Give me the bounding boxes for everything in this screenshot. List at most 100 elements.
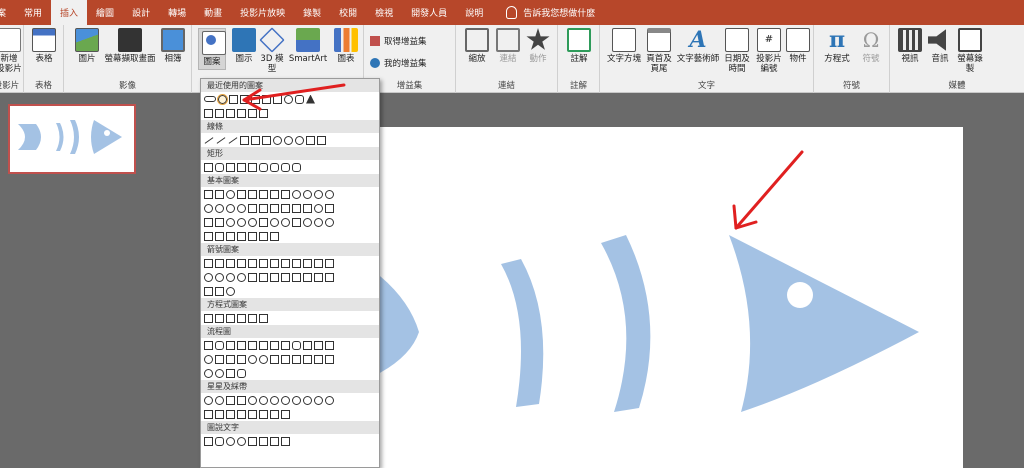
video-button[interactable]: 視訊	[896, 28, 924, 64]
star-8-shape[interactable]	[270, 395, 279, 405]
callout-rounded-shape[interactable]	[215, 436, 224, 446]
basic-bevel-shape[interactable]	[215, 217, 224, 227]
flow-offpage-shape[interactable]	[215, 354, 224, 364]
arrow-callout-up-shape[interactable]	[314, 272, 323, 282]
callout-line3-shape[interactable]	[270, 436, 279, 446]
get-addins-button[interactable]: 取得增益集	[370, 35, 427, 47]
arrow-pentagon-shape[interactable]	[270, 272, 279, 282]
elbow-line-double-shape[interactable]	[262, 135, 271, 145]
banner-curved-down-shape[interactable]	[237, 409, 246, 419]
arrow-up-down-shape[interactable]	[259, 258, 268, 268]
freeform-shape[interactable]	[306, 135, 315, 145]
tab-file[interactable]: 檔案	[0, 0, 15, 25]
rect-round3-shape[interactable]	[281, 162, 290, 172]
rect-rounded-shape[interactable]	[215, 162, 224, 172]
basic-sun-shape[interactable]	[303, 217, 312, 227]
3d-models-button[interactable]: 3D 模型	[258, 27, 286, 74]
math-not-equal-shape[interactable]	[259, 313, 268, 323]
basic-octagon-shape[interactable]	[325, 189, 334, 199]
flow-summing-junction-shape[interactable]	[248, 354, 257, 364]
callout-line1-shape[interactable]	[248, 436, 257, 446]
basic-triangle-shape[interactable]	[237, 189, 246, 199]
basic-left-bracket-shape[interactable]	[237, 231, 246, 241]
symbol-button[interactable]: Ω 符號	[856, 28, 886, 64]
rect-snip2-shape[interactable]	[237, 162, 246, 172]
arrow-up-shape[interactable]	[226, 258, 235, 268]
math-equal-shape[interactable]	[248, 313, 257, 323]
basic-right-bracket-shape[interactable]	[248, 231, 257, 241]
arrow-callout-down-shape[interactable]	[325, 272, 334, 282]
basic-cross-shape[interactable]	[303, 203, 312, 213]
header-footer-button[interactable]: 頁首及頁尾	[644, 28, 674, 74]
basic-arc-shape[interactable]	[204, 231, 213, 241]
flow-data-shape[interactable]	[237, 340, 246, 350]
curve-arrow-shape[interactable]	[284, 135, 293, 145]
flow-card-shape[interactable]	[226, 354, 235, 364]
arrow-left-right-shape[interactable]	[248, 258, 257, 268]
rect-round2-shape[interactable]	[270, 162, 279, 172]
tell-me-search[interactable]: 告訴我您想做什麼	[492, 0, 595, 25]
fish-bone-arc-1[interactable]	[501, 259, 544, 407]
rect-basic-shape[interactable]	[204, 162, 213, 172]
star-6-shape[interactable]	[248, 395, 257, 405]
basic-diag-stripe-shape[interactable]	[292, 203, 301, 213]
basic-folded-corner-shape[interactable]	[259, 217, 268, 227]
new-slide-button[interactable]: 新增 投影片	[0, 28, 22, 74]
arrow-left-right-up-shape[interactable]	[281, 258, 290, 268]
callout-oval-shape[interactable]	[226, 436, 235, 446]
tab-review[interactable]: 校閱	[330, 0, 366, 25]
table-button[interactable]: 表格	[28, 28, 60, 64]
flow-collate-shape[interactable]	[270, 354, 279, 364]
tab-record[interactable]: 錄製	[294, 0, 330, 25]
basic-left-brace-shape[interactable]	[259, 231, 268, 241]
line-double-arrow-shape[interactable]	[228, 136, 238, 144]
screen-recording-button[interactable]: 螢幕錄製	[956, 28, 984, 74]
arrow-curved-right-shape[interactable]	[204, 272, 213, 282]
textbox-button[interactable]: 文字方塊	[606, 28, 642, 64]
screenshot-button[interactable]: 螢幕擷取畫面	[104, 28, 156, 64]
elbow-connector-shape[interactable]	[204, 108, 213, 118]
flow-or-shape[interactable]	[259, 354, 268, 364]
basic-pentagon-shape[interactable]	[292, 189, 301, 199]
arrow-down-shape[interactable]	[237, 258, 246, 268]
basic-plaque-shape[interactable]	[314, 203, 323, 213]
basic-moon-shape[interactable]	[314, 217, 323, 227]
chart-button[interactable]: 圖表	[332, 28, 360, 64]
tab-animations[interactable]: 動畫	[195, 0, 231, 25]
object-button[interactable]: 物件	[786, 28, 810, 64]
rect-round1-shape[interactable]	[259, 162, 268, 172]
flow-punched-tape-shape[interactable]	[237, 354, 246, 364]
basic-smiley-shape[interactable]	[270, 217, 279, 227]
flow-direct-access-shape[interactable]	[226, 368, 235, 378]
date-time-button[interactable]: 日期及時間	[722, 28, 752, 74]
basic-half-frame-shape[interactable]	[270, 203, 279, 213]
star-16-shape[interactable]	[303, 395, 312, 405]
basic-oval-shape[interactable]	[226, 189, 235, 199]
elbow-line-shape[interactable]	[240, 135, 249, 145]
arrow-callout-quad-shape[interactable]	[215, 286, 224, 296]
basic-can-shape[interactable]	[325, 203, 334, 213]
star-explosion1-shape[interactable]	[204, 395, 213, 405]
basic-textbox-shape[interactable]	[204, 189, 213, 199]
tab-transitions[interactable]: 轉場	[159, 0, 195, 25]
basic-teardrop-shape[interactable]	[248, 203, 257, 213]
shapes-button[interactable]: 圖案	[198, 28, 226, 70]
basic-cube-shape[interactable]	[204, 217, 213, 227]
flow-process-shape[interactable]	[204, 340, 213, 350]
arrow-curved-left-shape[interactable]	[215, 272, 224, 282]
math-plus-shape[interactable]	[204, 313, 213, 323]
wordart-button[interactable]: A 文字藝術師	[676, 28, 720, 64]
basic-dodecagon-shape[interactable]	[215, 203, 224, 213]
line-shape[interactable]	[204, 136, 214, 144]
equation-button[interactable]: π 方程式	[820, 28, 854, 64]
arrow-u-turn-shape[interactable]	[303, 258, 312, 268]
flow-display-shape[interactable]	[237, 368, 246, 378]
star-12-shape[interactable]	[292, 395, 301, 405]
flow-manual-input-shape[interactable]	[314, 340, 323, 350]
basic-trapezoid-shape[interactable]	[270, 189, 279, 199]
banner-ribbon-up-shape[interactable]	[204, 409, 213, 419]
arrow-notched-right-shape[interactable]	[259, 272, 268, 282]
curve-line-shape[interactable]	[273, 135, 282, 145]
rect-snip-shape[interactable]	[226, 162, 235, 172]
fish-bone-arc-2[interactable]	[601, 235, 651, 412]
